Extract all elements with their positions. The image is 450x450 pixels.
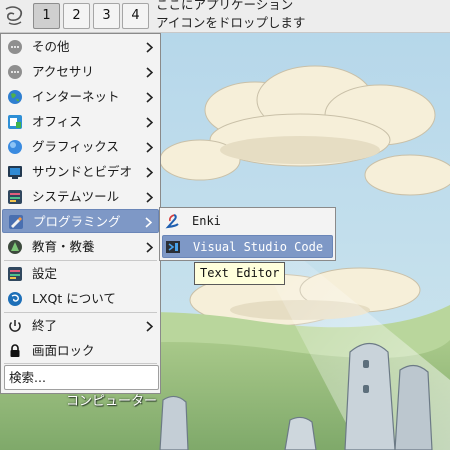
- chevron-right-icon: [146, 167, 153, 178]
- chevron-right-icon: [146, 242, 153, 253]
- internet-globe-icon: [8, 90, 22, 104]
- menu-item-programming[interactable]: プログラミング: [2, 209, 159, 233]
- drop-hint-line-1: ここにアプリケーション: [156, 0, 294, 12]
- education-icon: [8, 240, 22, 254]
- chevron-right-icon: [146, 117, 153, 128]
- menu-item-label: サウンドとビデオ: [32, 164, 133, 179]
- menu-separator: [4, 363, 157, 364]
- workspace-2-button[interactable]: 2: [63, 3, 90, 29]
- other-icon: [8, 40, 22, 54]
- menu-item-label: 終了: [32, 318, 58, 333]
- submenu-item-label: Visual Studio Code: [193, 240, 324, 254]
- menu-item-leave[interactable]: 終了: [2, 314, 159, 338]
- menu-item-graphics[interactable]: グラフィックス: [2, 135, 159, 159]
- menu-item-label: オフィス: [32, 114, 82, 129]
- top-panel: 1 2 3 4 ここにアプリケーション アイコンをドロップします: [0, 0, 450, 33]
- menu-item-lock-screen[interactable]: 画面ロック: [2, 339, 159, 363]
- menu-item-label: その他: [32, 39, 70, 54]
- menu-item-internet[interactable]: インターネット: [2, 85, 159, 109]
- menu-item-accessories[interactable]: アクセサリ: [2, 60, 159, 84]
- power-icon: [9, 320, 21, 332]
- chevron-right-icon: [146, 142, 153, 153]
- chevron-right-icon: [146, 67, 153, 78]
- search-input-text: 検索...: [9, 370, 46, 385]
- lxqt-logo-icon: [8, 292, 22, 306]
- menu-item-system-tools[interactable]: システムツール: [2, 185, 159, 209]
- submenu-item-label: Enki: [192, 214, 221, 228]
- menu-item-office[interactable]: オフィス: [2, 110, 159, 134]
- lock-icon: [10, 344, 20, 357]
- chevron-right-icon: [146, 92, 153, 103]
- menu-item-other[interactable]: その他: [2, 35, 159, 59]
- lxqt-menu-icon: [5, 6, 23, 25]
- menu-item-label: 設定: [32, 266, 58, 281]
- workspace-1-button[interactable]: 1: [33, 3, 60, 29]
- menu-item-settings[interactable]: 設定: [2, 262, 159, 286]
- multimedia-icon: [8, 166, 22, 179]
- menu-item-about-lxqt[interactable]: LXQt について: [2, 287, 159, 311]
- menu-item-sound-video[interactable]: サウンドとビデオ: [2, 160, 159, 184]
- submenu-item-vscode[interactable]: Visual Studio Code: [162, 235, 333, 258]
- chevron-right-icon: [146, 321, 153, 332]
- workspace-4-button[interactable]: 4: [122, 3, 149, 29]
- quicklaunch-drop-hint[interactable]: ここにアプリケーション アイコンをドロップします: [156, 0, 450, 32]
- chevron-right-icon: [146, 192, 153, 203]
- main-menu: その他 アクセサリ インターネット オフィス グラフィックス サウンドとビデオ …: [0, 33, 161, 394]
- system-tools-icon: [8, 190, 22, 204]
- programming-submenu: Enki Visual Studio Code: [159, 207, 336, 261]
- menu-item-label: 画面ロック: [32, 343, 95, 358]
- settings-icon: [8, 267, 22, 281]
- submenu-item-enki[interactable]: Enki: [162, 210, 333, 233]
- menu-separator: [4, 312, 157, 313]
- accessories-icon: [8, 65, 22, 79]
- graphics-icon: [8, 140, 22, 154]
- menu-item-label: グラフィックス: [32, 139, 119, 154]
- workspace-3-button[interactable]: 3: [93, 3, 120, 29]
- menu-item-label: システムツール: [32, 189, 120, 204]
- vscode-icon: [166, 241, 180, 253]
- drop-hint-line-2: アイコンをドロップします: [156, 15, 306, 30]
- programming-icon: [9, 215, 23, 229]
- menu-item-label: プログラミング: [33, 214, 121, 229]
- menu-search-input[interactable]: 検索...: [4, 365, 159, 390]
- enki-icon: [165, 214, 179, 229]
- menu-item-label: LXQt について: [32, 291, 116, 306]
- menu-item-label: インターネット: [32, 89, 120, 104]
- tooltip: Text Editor: [194, 262, 286, 285]
- main-menu-button[interactable]: [0, 0, 28, 33]
- office-icon: [8, 115, 22, 129]
- menu-item-education[interactable]: 教育・教養: [2, 235, 159, 259]
- chevron-right-icon: [146, 42, 153, 53]
- chevron-right-icon: [145, 217, 152, 228]
- menu-separator: [4, 260, 157, 261]
- menu-item-label: 教育・教養: [32, 239, 95, 254]
- menu-item-label: アクセサリ: [32, 64, 94, 79]
